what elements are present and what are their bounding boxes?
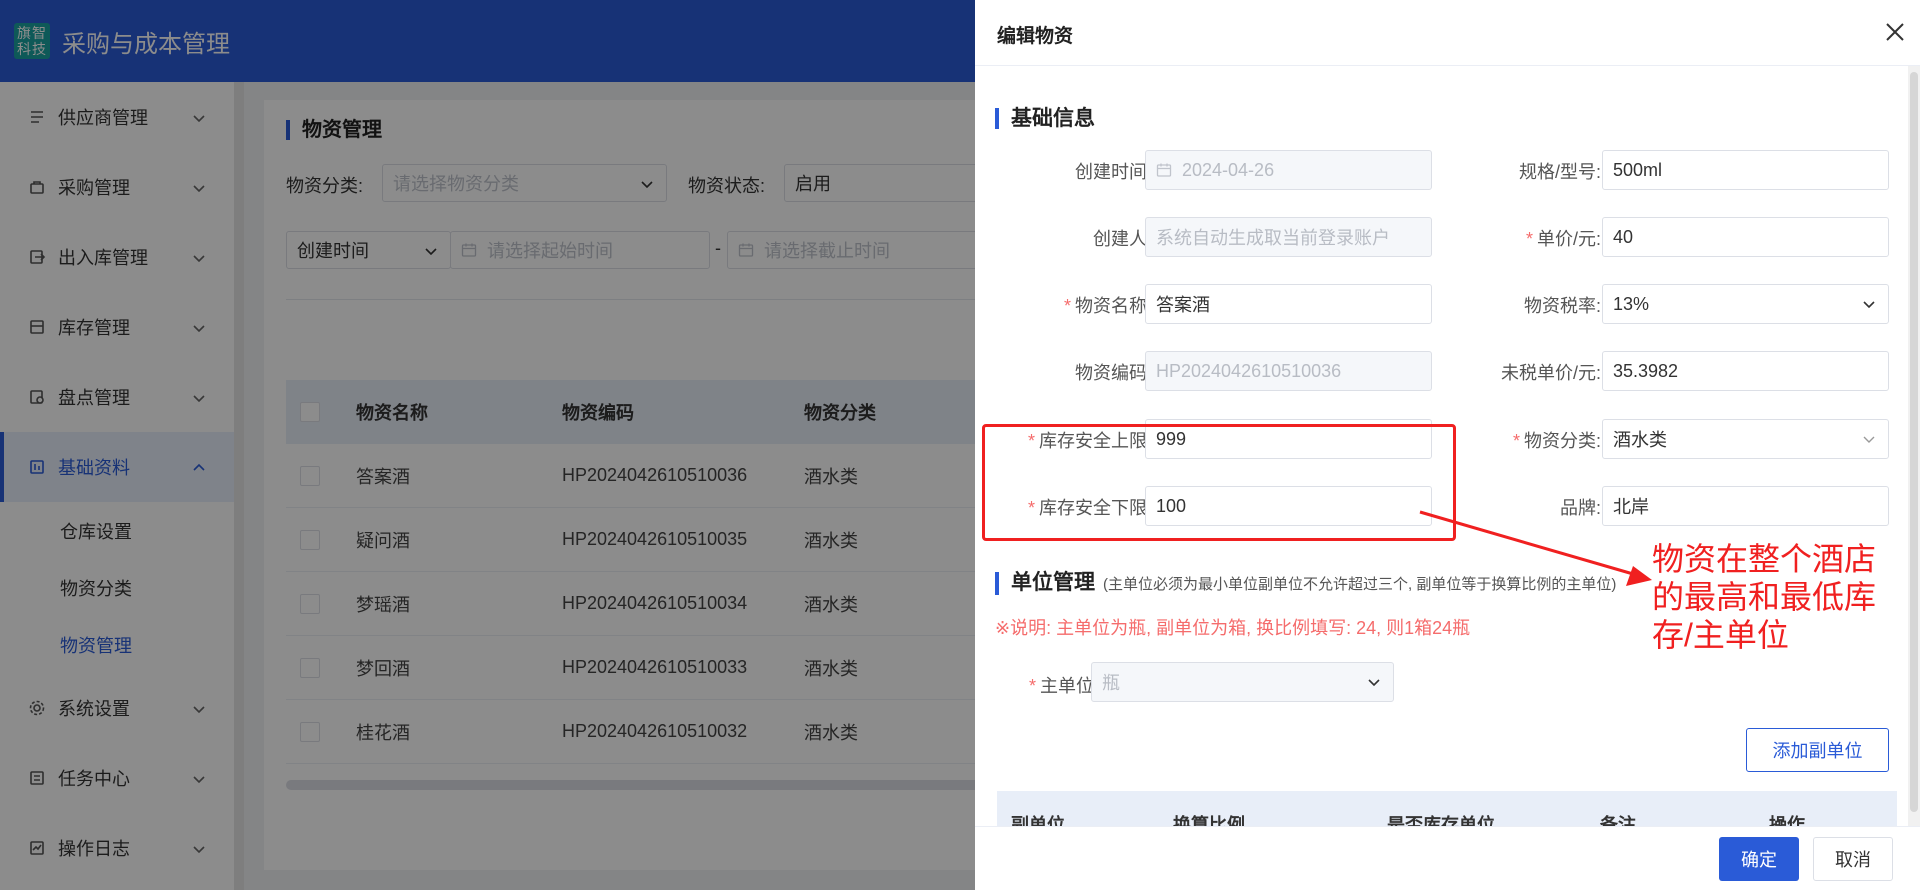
drawer-title: 编辑物资 bbox=[997, 26, 1074, 47]
tax-value: 13% bbox=[1613, 293, 1650, 314]
required-mark: * bbox=[1525, 229, 1533, 249]
chevron-down-icon bbox=[1863, 301, 1875, 309]
spec-label: 规格/型号: bbox=[1518, 162, 1601, 182]
name-label: * 物资名称: bbox=[995, 292, 1152, 318]
creator-input: 系统自动生成取当前登录账户 bbox=[1145, 217, 1432, 257]
pretax-price-input[interactable]: 35.3982 bbox=[1602, 351, 1889, 391]
code-value: HP2024042610510036 bbox=[1156, 360, 1342, 381]
add-sub-unit-button[interactable]: 添加副单位 bbox=[1746, 728, 1889, 772]
tax-select[interactable]: 13% bbox=[1602, 284, 1889, 324]
modal-overlay[interactable] bbox=[0, 0, 975, 890]
unit-section-title: 单位管理 (主单位必须为最小单位副单位不允许超过三个, 副单位等于换算比例的主单位… bbox=[995, 572, 1616, 595]
code-input: HP2024042610510036 bbox=[1145, 351, 1432, 391]
confirm-button[interactable]: 确定 bbox=[1719, 837, 1799, 881]
create-time-label: 创建时间: bbox=[1074, 162, 1152, 182]
price-input[interactable]: 40 bbox=[1602, 217, 1889, 257]
drawer-scrollbar-thumb[interactable] bbox=[1910, 72, 1918, 812]
cancel-button[interactable]: 取消 bbox=[1813, 837, 1893, 881]
col-header-stock-unit: 是否库存单位 bbox=[1387, 815, 1495, 826]
unit-section-title-text: 单位管理 bbox=[1011, 571, 1095, 594]
drawer-header: 编辑物资 bbox=[975, 0, 1920, 66]
creator-label: 创建人: bbox=[1092, 229, 1152, 249]
spec-input[interactable]: 500ml bbox=[1602, 150, 1889, 190]
spec-value: 500ml bbox=[1613, 159, 1663, 180]
main-unit-label: * 主单位: bbox=[985, 672, 1099, 698]
drawer-scrollbar[interactable] bbox=[1908, 66, 1920, 826]
name-label-text: 物资名称: bbox=[1074, 296, 1152, 316]
main-unit-value: 瓶 bbox=[1102, 673, 1120, 693]
annotation-highlight-box bbox=[982, 424, 1456, 541]
price-label: * 单价/元: bbox=[1445, 225, 1601, 251]
close-icon[interactable] bbox=[1883, 20, 1907, 44]
code-label: 物资编码: bbox=[1074, 363, 1152, 383]
col-header-ratio: 换算比例 bbox=[1173, 815, 1245, 826]
price-label-text: 单价/元: bbox=[1536, 229, 1601, 249]
chevron-down-icon bbox=[1863, 436, 1875, 443]
main-unit-select[interactable]: 瓶 bbox=[1091, 662, 1394, 702]
required-mark: * bbox=[1512, 431, 1520, 451]
unit-tip: ※说明: 主单位为瓶, 副单位为箱, 换比例填写: 24, 则1箱24瓶 bbox=[995, 618, 1471, 638]
col-header-action: 操作 bbox=[1769, 815, 1805, 826]
category-value: 酒水类 bbox=[1613, 430, 1667, 450]
name-value: 答案酒 bbox=[1156, 295, 1210, 315]
chevron-down-icon bbox=[1368, 679, 1380, 687]
category-select[interactable]: 酒水类 bbox=[1602, 419, 1889, 459]
name-input[interactable]: 答案酒 bbox=[1145, 284, 1432, 324]
annotation-text: 物资在整个酒店的最高和最低库存/主单位 bbox=[1652, 541, 1877, 653]
creator-placeholder: 系统自动生成取当前登录账户 bbox=[1156, 228, 1390, 248]
required-mark: * bbox=[1063, 296, 1071, 316]
calendar-icon bbox=[1156, 163, 1172, 177]
create-time-value: 2024-04-26 bbox=[1182, 159, 1275, 180]
brand-value: 北岸 bbox=[1613, 497, 1649, 517]
create-time-input: 2024-04-26 bbox=[1145, 150, 1432, 190]
col-header-remark: 备注 bbox=[1600, 815, 1636, 826]
category-label: * 物资分类: bbox=[1445, 427, 1601, 453]
pretax-price-value: 35.3982 bbox=[1613, 360, 1679, 381]
pretax-price-label: 未税单价/元: bbox=[1500, 363, 1601, 383]
brand-label: 品牌: bbox=[1559, 498, 1601, 518]
required-mark: * bbox=[1028, 676, 1036, 696]
price-value: 40 bbox=[1613, 226, 1634, 247]
sub-unit-table-header: 副单位 换算比例 是否库存单位 备注 操作 bbox=[997, 791, 1897, 826]
tax-label: 物资税率: bbox=[1523, 296, 1601, 316]
drawer-footer: 确定 取消 bbox=[975, 826, 1920, 890]
brand-input[interactable]: 北岸 bbox=[1602, 486, 1889, 526]
basic-info-title: 基础信息 bbox=[995, 108, 1095, 129]
unit-section-note: (主单位必须为最小单位副单位不允许超过三个, 副单位等于换算比例的主单位) bbox=[1103, 576, 1617, 593]
col-header-sub-unit: 副单位 bbox=[1011, 815, 1065, 826]
category-label-text: 物资分类: bbox=[1523, 431, 1601, 451]
